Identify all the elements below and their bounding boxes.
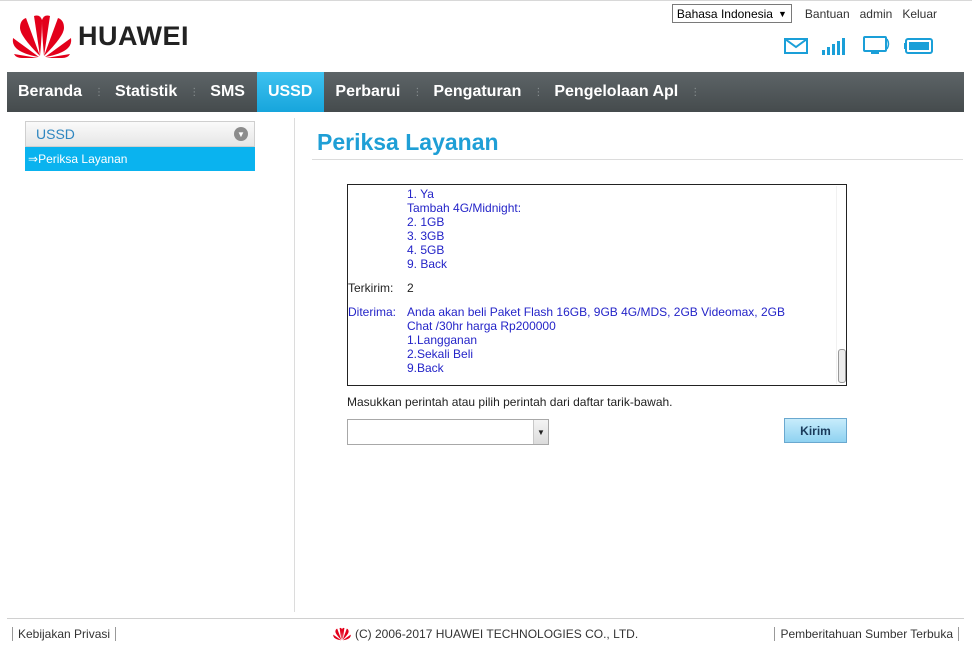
user-link[interactable]: admin bbox=[855, 7, 898, 21]
send-button[interactable]: Kirim bbox=[784, 418, 847, 443]
log-line: 2. 1GB bbox=[407, 215, 445, 229]
nav-separator: ⋮ bbox=[533, 86, 544, 98]
ussd-log[interactable]: 1. Ya Tambah 4G/Midnight: 2. 1GB 3. 3GB … bbox=[347, 184, 847, 386]
command-combobox[interactable]: ▼ bbox=[347, 419, 549, 445]
received-line: 2.Sekali Beli bbox=[407, 347, 474, 361]
chevron-down-icon[interactable]: ▼ bbox=[533, 420, 548, 444]
nav-label: Statistik bbox=[115, 83, 178, 100]
help-link[interactable]: Bantuan bbox=[800, 7, 855, 21]
nav-statistik[interactable]: Statistik bbox=[104, 72, 189, 112]
log-line: 1. Ya bbox=[407, 187, 434, 201]
nav-label: SMS bbox=[210, 83, 245, 100]
received-line: Chat /30hr harga Rp200000 bbox=[407, 319, 556, 333]
nav-ussd[interactable]: USSD bbox=[256, 72, 325, 112]
nav-pengaturan[interactable]: Pengaturan bbox=[422, 72, 533, 112]
nav-label: Pengaturan bbox=[433, 83, 522, 100]
sidebar-section-ussd[interactable]: USSD ▼ bbox=[25, 121, 255, 147]
chevron-down-icon: ▼ bbox=[777, 8, 787, 19]
received-line: 1.Langganan bbox=[407, 333, 478, 347]
privacy-link[interactable]: Kebijakan Privasi bbox=[12, 627, 117, 641]
battery-icon bbox=[904, 38, 934, 57]
received-label: Diterima: bbox=[348, 305, 397, 319]
log-line: 9. Back bbox=[407, 257, 448, 271]
huawei-flower-icon bbox=[333, 627, 351, 641]
nav-label: USSD bbox=[267, 83, 313, 100]
language-value: Bahasa Indonesia bbox=[676, 6, 773, 21]
mail-icon[interactable] bbox=[784, 38, 808, 57]
arrow-right-icon: ⇒ bbox=[28, 152, 39, 166]
nav-perbarui[interactable]: Perbarui bbox=[324, 72, 412, 112]
scrollbar-thumb[interactable] bbox=[838, 349, 846, 383]
nav-label: Pengelolaan Apl bbox=[554, 83, 679, 100]
log-line: Tambah 4G/Midnight: bbox=[407, 201, 522, 215]
nav-separator: ⋮ bbox=[94, 86, 105, 98]
status-icons bbox=[784, 36, 934, 59]
nav-label: Perbarui bbox=[335, 83, 401, 100]
sidebar-section-label: USSD bbox=[36, 126, 75, 142]
received-line: 9.Back bbox=[407, 361, 444, 375]
collapse-icon[interactable]: ▼ bbox=[234, 127, 248, 141]
signal-icon bbox=[822, 37, 848, 58]
huawei-logo[interactable]: HUAWEI bbox=[12, 14, 189, 58]
monitor-icon bbox=[862, 36, 890, 59]
nav-separator: ⋮ bbox=[189, 86, 200, 98]
vertical-divider bbox=[294, 118, 295, 612]
nav-separator: ⋮ bbox=[690, 86, 701, 98]
nav-label: Beranda bbox=[18, 83, 83, 100]
copyright-text: (C) 2006-2017 HUAWEI TECHNOLOGIES CO., L… bbox=[355, 627, 639, 641]
received-line: Anda akan beli Paket Flash 16GB, 9GB 4G/… bbox=[407, 305, 785, 319]
nav-beranda[interactable]: Beranda bbox=[7, 72, 94, 112]
huawei-flower-icon bbox=[12, 15, 72, 58]
sent-value: 2 bbox=[407, 281, 414, 295]
command-instruction: Masukkan perintah atau pilih perintah da… bbox=[347, 395, 673, 409]
sidebar-item-label: Periksa Layanan bbox=[38, 152, 128, 166]
main-nav: Beranda ⋮ Statistik ⋮ SMS USSD Perbarui … bbox=[7, 72, 964, 112]
top-links: Bahasa Indonesia ▼ Bantuan admin Keluar bbox=[671, 4, 942, 23]
title-divider bbox=[312, 159, 963, 160]
nav-pengelolaan-apl[interactable]: Pengelolaan Apl bbox=[543, 72, 690, 112]
copyright: (C) 2006-2017 HUAWEI TECHNOLOGIES CO., L… bbox=[333, 627, 638, 641]
log-line: 3. 3GB bbox=[407, 229, 445, 243]
page-title: Periksa Layanan bbox=[317, 129, 499, 155]
language-select[interactable]: Bahasa Indonesia ▼ bbox=[671, 4, 792, 23]
open-source-link[interactable]: Pemberitahuan Sumber Terbuka bbox=[774, 627, 959, 641]
log-scrollbar[interactable] bbox=[836, 186, 846, 384]
footer: Kebijakan Privasi (C) 2006-2017 HUAWEI T… bbox=[0, 626, 972, 646]
brand-name: HUAWEI bbox=[78, 20, 189, 51]
sent-label: Terkirim: bbox=[348, 281, 394, 295]
nav-sms[interactable]: SMS bbox=[199, 72, 257, 112]
sidebar: USSD ▼ ⇒ Periksa Layanan bbox=[25, 121, 255, 171]
log-line: 4. 5GB bbox=[407, 243, 445, 257]
nav-separator: ⋮ bbox=[412, 86, 423, 98]
footer-divider bbox=[7, 618, 964, 619]
logout-link[interactable]: Keluar bbox=[897, 7, 942, 21]
sidebar-item-periksa-layanan[interactable]: ⇒ Periksa Layanan bbox=[25, 147, 255, 171]
top-border bbox=[0, 0, 972, 1]
